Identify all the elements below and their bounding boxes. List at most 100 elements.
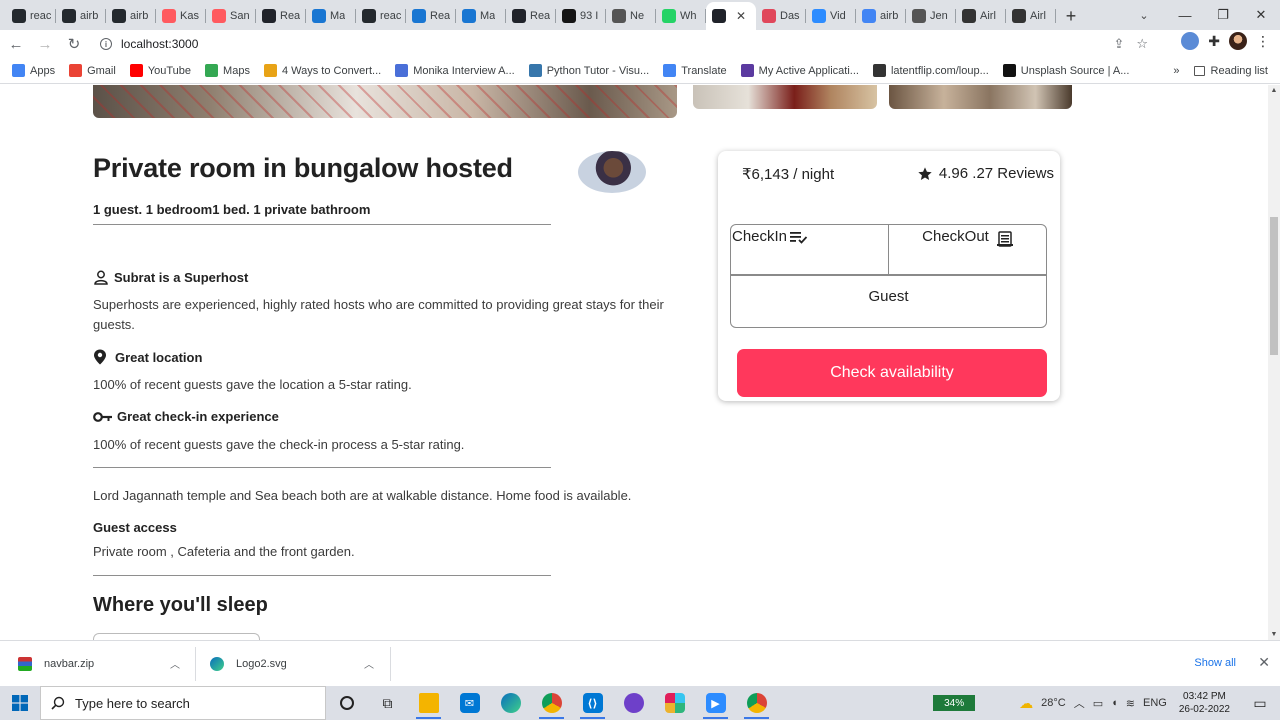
chrome-taskbar-icon[interactable] xyxy=(531,686,572,720)
bookmark-item[interactable]: Unsplash Source | A... xyxy=(1002,64,1129,77)
wifi-icon[interactable]: ≋ xyxy=(1126,697,1135,710)
checkin-field[interactable]: CheckIn xyxy=(730,224,889,275)
browser-tab[interactable]: airb xyxy=(106,2,156,30)
browser-tab[interactable]: Kas xyxy=(156,2,206,30)
browser-tab[interactable]: Rea xyxy=(256,2,306,30)
windows-taskbar: Type here to search ⧉ ✉ ⟨⟩ ▶ 34% ☁ 28°C … xyxy=(0,686,1280,720)
forward-button[interactable]: → xyxy=(32,31,58,57)
checkout-field[interactable]: CheckOut xyxy=(888,224,1047,275)
vscode-icon[interactable]: ⟨⟩ xyxy=(572,686,613,720)
bookmark-label: My Active Applicati... xyxy=(758,64,859,77)
close-tab-icon[interactable]: ✕ xyxy=(736,9,746,23)
bookmark-item[interactable]: 4 Ways to Convert... xyxy=(263,64,381,77)
extension-icon[interactable] xyxy=(1181,32,1200,50)
address-bar[interactable]: i localhost:3000 ⇪ ☆ xyxy=(90,31,1166,57)
browser-tab[interactable]: airb xyxy=(856,2,906,30)
volume-icon[interactable]: ◖ xyxy=(1111,697,1118,709)
file-explorer-icon[interactable] xyxy=(408,686,449,720)
browser-tab[interactable]: Rea xyxy=(506,2,556,30)
browser-tab[interactable]: Jen xyxy=(906,2,956,30)
browser-tab[interactable]: Ma xyxy=(456,2,506,30)
listing-photo-3[interactable] xyxy=(889,85,1072,109)
bookmark-item[interactable]: Apps xyxy=(12,64,55,77)
browser-tab[interactable]: Das xyxy=(756,2,806,30)
page-scrollbar[interactable]: ▲ ▼ xyxy=(1268,85,1280,640)
new-tab-button[interactable]: + xyxy=(1056,2,1086,30)
bookmark-item[interactable]: YouTube xyxy=(129,64,191,77)
browser-tab[interactable]: airb xyxy=(56,2,106,30)
bookmark-star-icon[interactable]: ☆ xyxy=(1136,36,1148,52)
tab-label: Airl xyxy=(1030,10,1046,22)
task-view-icon[interactable]: ⧉ xyxy=(367,686,408,720)
reading-list-button[interactable]: Reading list xyxy=(1193,65,1268,77)
bookmark-item[interactable]: Monika Interview A... xyxy=(395,64,515,77)
download-item[interactable]: navbar.zip ︿ xyxy=(18,641,188,687)
browser-tab[interactable]: Ma xyxy=(306,2,356,30)
browser-tab[interactable]: 93 I xyxy=(556,2,606,30)
network-icon[interactable]: ▭ xyxy=(1093,697,1103,710)
notification-icon[interactable]: ▭ xyxy=(1240,695,1280,712)
mail-icon[interactable]: ✉ xyxy=(449,686,490,720)
battery-indicator[interactable]: 34% xyxy=(933,695,976,711)
more-bookmarks-icon[interactable]: » xyxy=(1173,65,1179,77)
chrome-taskbar-icon-2[interactable] xyxy=(736,686,777,720)
back-button[interactable]: ← xyxy=(3,31,29,57)
host-avatar[interactable] xyxy=(578,151,646,193)
menu-icon[interactable]: ⋮ xyxy=(1256,33,1270,50)
listing-photo-main[interactable] xyxy=(93,85,677,118)
bookmark-item[interactable]: Translate xyxy=(663,64,727,77)
zoom-taskbar-icon[interactable]: ▶ xyxy=(695,686,736,720)
browser-tab[interactable]: San xyxy=(206,2,256,30)
check-availability-button[interactable]: Check availability xyxy=(737,349,1047,397)
scroll-down-arrow[interactable]: ▼ xyxy=(1268,631,1280,638)
browser-tab[interactable]: reac xyxy=(6,2,56,30)
show-all-downloads-link[interactable]: Show all xyxy=(1194,657,1236,669)
language-indicator[interactable]: ENG xyxy=(1143,697,1167,709)
mui-icon xyxy=(312,9,326,23)
bookmark-item[interactable]: Maps xyxy=(205,64,250,77)
browser-tab[interactable]: reac xyxy=(356,2,406,30)
slack-icon[interactable] xyxy=(654,686,695,720)
chevron-up-icon[interactable]: ︿ xyxy=(170,656,180,671)
download-item[interactable]: Logo2.svg ︿ xyxy=(210,641,382,687)
browser-tab[interactable]: Vid xyxy=(806,2,856,30)
share-icon[interactable]: ⇪ xyxy=(1113,36,1124,52)
minimize-button[interactable]: — xyxy=(1166,0,1204,30)
tab-search-icon[interactable]: ⌄ xyxy=(1132,0,1156,30)
close-icon[interactable]: ✕ xyxy=(1258,654,1270,671)
browser-tab[interactable]: Ne xyxy=(606,2,656,30)
tab-label: Das xyxy=(780,10,800,22)
profile-avatar[interactable] xyxy=(1229,32,1247,50)
extensions-puzzle-icon[interactable]: ✚ xyxy=(1208,33,1220,50)
chevron-up-icon[interactable]: ︿ xyxy=(364,656,374,671)
clock[interactable]: 03:42 PM 26-02-2022 xyxy=(1179,690,1230,716)
browser-tab[interactable]: Airl xyxy=(1006,2,1056,30)
chevron-up-icon[interactable]: ︿ xyxy=(1074,695,1085,711)
browser-tab[interactable]: Rea xyxy=(406,2,456,30)
bookmark-item[interactable]: My Active Applicati... xyxy=(740,64,859,77)
taskbar-search-input[interactable]: Type here to search xyxy=(40,686,326,720)
guest-field[interactable]: Guest xyxy=(730,275,1047,328)
github-desktop-icon[interactable] xyxy=(613,686,654,720)
scrollbar-thumb[interactable] xyxy=(1270,217,1278,355)
site-info-icon[interactable]: i xyxy=(100,38,112,50)
browser-tab[interactable]: Wh xyxy=(656,2,706,30)
rating: 4.96 .27 Reviews xyxy=(917,165,1054,182)
maximize-button[interactable]: ❐ xyxy=(1204,0,1242,30)
browser-tab[interactable]: ✕ xyxy=(706,2,756,30)
close-window-button[interactable]: ✕ xyxy=(1242,0,1280,30)
start-button[interactable] xyxy=(0,686,40,720)
clock-time: 03:42 PM xyxy=(1183,691,1226,702)
bookmark-item[interactable]: Gmail xyxy=(69,64,116,77)
browser-tab[interactable]: Airl xyxy=(956,2,1006,30)
bookmark-item[interactable]: Python Tutor - Visu... xyxy=(528,64,649,77)
reload-button[interactable]: ↻ xyxy=(61,31,87,57)
react-icon xyxy=(262,9,276,23)
bookmark-item[interactable]: latentflip.com/loup... xyxy=(872,64,989,77)
tab-strip: reac airb airb Kas San Rea Ma reac Rea Ma Rea 93 I N… xyxy=(0,0,1280,30)
listing-photo-2[interactable] xyxy=(693,85,877,109)
edge-taskbar-icon[interactable] xyxy=(490,686,531,720)
weather-temp[interactable]: 28°C xyxy=(1041,697,1066,709)
cortana-icon[interactable] xyxy=(326,686,367,720)
scroll-up-arrow[interactable]: ▲ xyxy=(1268,87,1280,94)
